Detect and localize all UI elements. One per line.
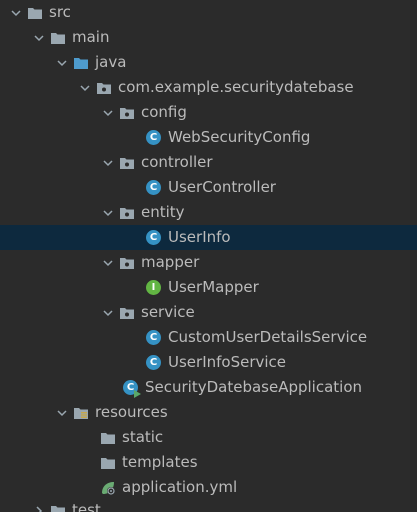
source-folder-icon (74, 57, 88, 69)
tree-node-label: src (49, 3, 71, 21)
chevron-right-icon[interactable] (32, 504, 46, 512)
tree-node-label: mapper (141, 253, 200, 271)
tree-node-resources[interactable]: resources (0, 400, 417, 425)
tree-node-label: UserInfo (168, 228, 231, 246)
package-icon (97, 82, 111, 94)
chevron-down-icon[interactable] (55, 56, 69, 70)
chevron-down-icon[interactable] (32, 31, 46, 45)
chevron-down-icon[interactable] (9, 6, 23, 20)
tree-node-userinfo[interactable]: C UserInfo (0, 225, 417, 250)
tree-node-templates[interactable]: templates (0, 450, 417, 475)
folder-icon (28, 7, 42, 19)
package-icon (120, 307, 134, 319)
chevron-down-icon[interactable] (101, 106, 115, 120)
tree-node-static[interactable]: static (0, 425, 417, 450)
tree-node-websecurityconfig[interactable]: C WebSecurityConfig (0, 125, 417, 150)
chevron-down-icon[interactable] (101, 256, 115, 270)
chevron-down-icon[interactable] (101, 206, 115, 220)
tree-node-config[interactable]: config (0, 100, 417, 125)
tree-node-label: service (141, 303, 195, 321)
tree-node-label: main (72, 28, 110, 46)
tree-node-label: WebSecurityConfig (168, 128, 311, 146)
package-icon (120, 207, 134, 219)
tree-node-label: UserMapper (168, 278, 259, 296)
package-icon (120, 107, 134, 119)
tree-node-main[interactable]: main (0, 25, 417, 50)
spring-boot-class-icon: C (123, 380, 141, 398)
tree-node-usercontroller[interactable]: C UserController (0, 175, 417, 200)
package-icon (120, 257, 134, 269)
tree-node-label: entity (141, 203, 185, 221)
tree-node-test[interactable]: test (0, 498, 417, 512)
class-icon: C (146, 130, 161, 145)
tree-node-label: UserInfoService (168, 353, 287, 371)
spring-config-file-icon (102, 481, 115, 495)
chevron-down-icon[interactable] (55, 406, 69, 420)
folder-icon (51, 505, 65, 512)
chevron-down-icon[interactable] (101, 306, 115, 320)
chevron-down-icon[interactable] (101, 156, 115, 170)
tree-node-label: controller (141, 153, 213, 171)
class-icon: C (146, 180, 161, 195)
class-icon: C (146, 330, 161, 345)
tree-node-root-package[interactable]: com.example.securitydatebase (0, 75, 417, 100)
tree-node-userinfoservice[interactable]: C UserInfoService (0, 350, 417, 375)
resources-folder-icon (74, 407, 88, 419)
tree-node-securitydatebaseapplication[interactable]: C SecurityDatebaseApplication (0, 375, 417, 400)
tree-node-label: templates (122, 453, 198, 471)
tree-node-src[interactable]: src (0, 0, 417, 25)
tree-node-label: test (72, 501, 101, 512)
tree-node-mapper[interactable]: mapper (0, 250, 417, 275)
tree-node-label: config (141, 103, 187, 121)
tree-node-controller[interactable]: controller (0, 150, 417, 175)
tree-node-label: resources (95, 403, 168, 421)
project-tree: src main java com.example.securitydateba… (0, 0, 417, 512)
tree-node-label: SecurityDatebaseApplication (145, 378, 363, 396)
class-icon: C (146, 355, 161, 370)
tree-node-entity[interactable]: entity (0, 200, 417, 225)
tree-node-label: application.yml (122, 478, 238, 496)
tree-node-label: CustomUserDetailsService (168, 328, 368, 346)
class-icon: C (146, 230, 161, 245)
tree-node-label: java (95, 53, 127, 71)
folder-icon (101, 432, 115, 444)
folder-icon (101, 457, 115, 469)
tree-node-application-yml[interactable]: application.yml (0, 475, 417, 500)
package-icon (120, 157, 134, 169)
tree-node-java[interactable]: java (0, 50, 417, 75)
run-marker-icon (134, 390, 141, 398)
folder-icon (51, 32, 65, 44)
tree-node-usermapper[interactable]: I UserMapper (0, 275, 417, 300)
tree-node-service[interactable]: service (0, 300, 417, 325)
chevron-down-icon[interactable] (78, 81, 92, 95)
interface-icon: I (146, 280, 161, 295)
tree-node-label: com.example.securitydatebase (118, 78, 354, 96)
tree-node-label: UserController (168, 178, 276, 196)
tree-node-label: static (122, 428, 164, 446)
tree-node-customuserdetailsservice[interactable]: C CustomUserDetailsService (0, 325, 417, 350)
